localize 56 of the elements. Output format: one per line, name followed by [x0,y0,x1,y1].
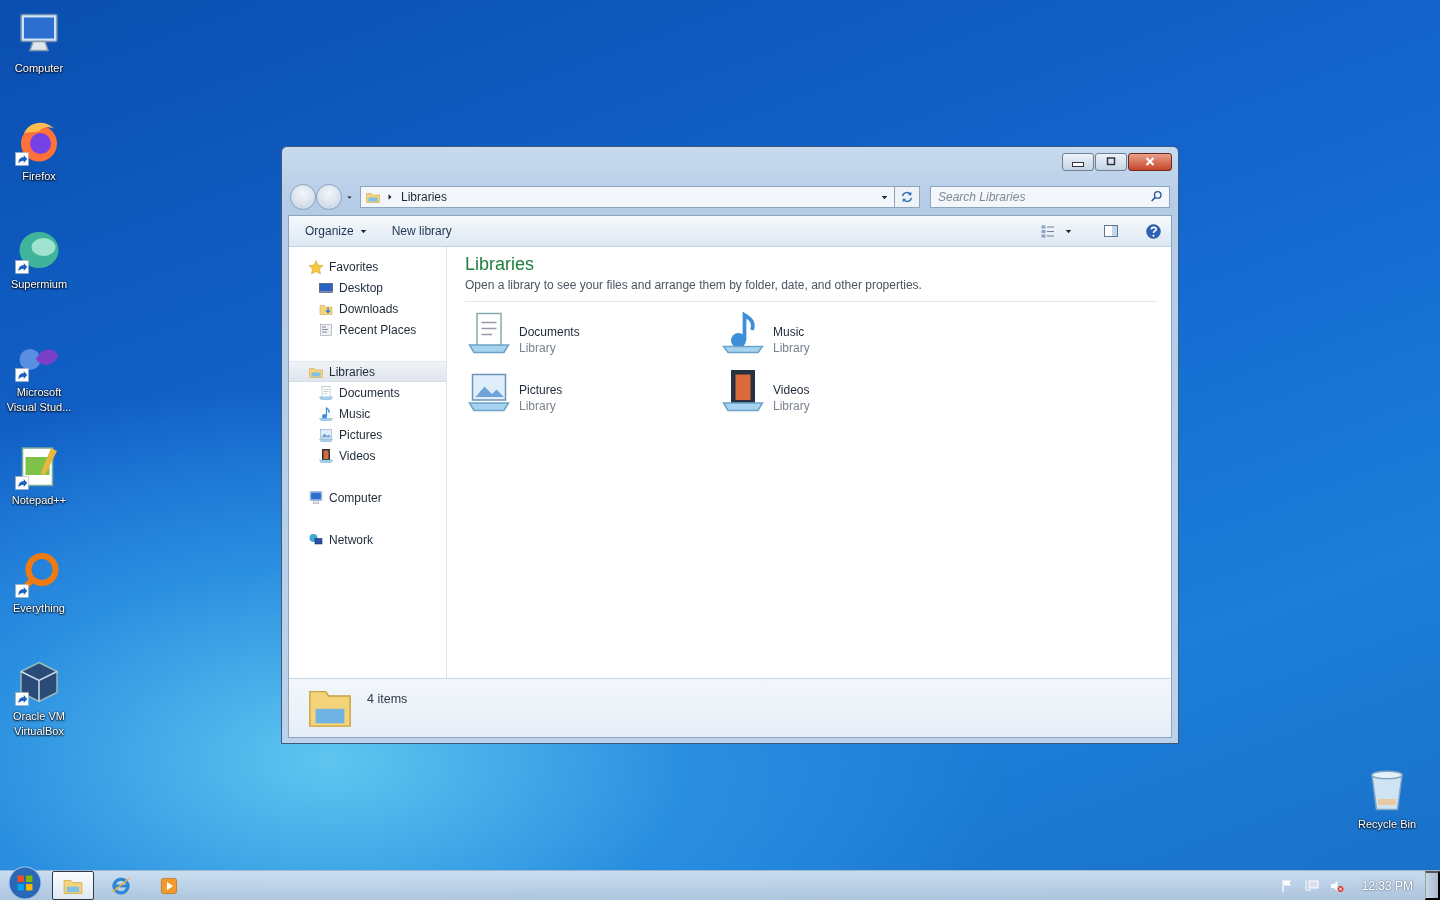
caret-icon [346,193,353,201]
show-desktop-button[interactable] [1425,871,1440,900]
help-icon [1145,222,1162,240]
document-icon [318,384,334,401]
network-icon [1303,877,1320,894]
preview-pane-icon [1103,223,1119,239]
taskbar-button[interactable] [52,871,94,900]
browser-e-icon [110,874,132,897]
film-icon [318,447,334,464]
desktop-shortcut[interactable]: Computer [0,4,78,77]
nav-item[interactable]: Computer [289,487,446,508]
library-tile[interactable]: Videos Library [719,365,973,417]
nav-item[interactable]: Videos [289,445,446,466]
desktop-shortcut[interactable]: Recycle Bin [1347,760,1427,833]
minimize-icon [1072,162,1084,167]
nav-item[interactable]: Downloads [289,298,446,319]
star-icon [308,258,324,275]
windows-logo-icon [8,865,42,900]
library-tile[interactable]: Pictures Library [465,365,719,417]
computer-icon [308,489,324,506]
picture-icon [318,426,334,443]
chevron-icon [386,193,394,201]
address-bar[interactable]: Libraries [360,186,895,208]
page-description: Open a library to see your files and arrange them by folder, date, and other properties. [465,275,1157,302]
desktop-shortcut[interactable]: Firefox [0,112,78,185]
nav-item[interactable]: Favorites [289,256,446,277]
desktop-shortcut[interactable]: Notepad++ [0,436,78,509]
refresh-button[interactable] [894,186,920,208]
search-field[interactable]: Search Libraries [930,186,1170,208]
network-globe-icon [308,531,324,548]
desktop-shortcut[interactable]: Supermium [0,220,78,293]
nav-item[interactable]: Pictures [289,424,446,445]
nav-item[interactable]: Network [289,529,446,550]
breadcrumb-segment[interactable]: Libraries [399,190,450,204]
toolbar-button[interactable]: New library [385,222,458,240]
refresh-icon [900,190,914,204]
library-tile[interactable]: Music Library [719,307,973,359]
search-icon [1150,190,1163,203]
nav-item[interactable]: Music [289,403,446,424]
nav-item[interactable]: Documents [289,382,446,403]
desktop-shortcut[interactable]: Microsoft Visual Stud... [0,328,78,416]
nav-item[interactable]: Desktop [289,277,446,298]
nav-item[interactable]: Libraries [289,361,446,382]
nav-item[interactable]: Recent Places [289,319,446,340]
maximize-button[interactable] [1095,153,1127,171]
view-list-icon [1040,223,1056,239]
music-note-icon [318,405,334,422]
library-tile[interactable]: Documents Library [465,307,719,359]
start-button[interactable] [8,865,42,900]
item-count: 4 items [367,691,408,706]
toolbar-button[interactable]: Organize [299,222,374,240]
minimize-button[interactable] [1062,153,1094,171]
desktop-shortcut[interactable]: Everything [0,544,78,617]
recent-places-icon [318,321,334,338]
close-button[interactable] [1128,153,1172,171]
page-heading: Libraries [465,253,536,275]
